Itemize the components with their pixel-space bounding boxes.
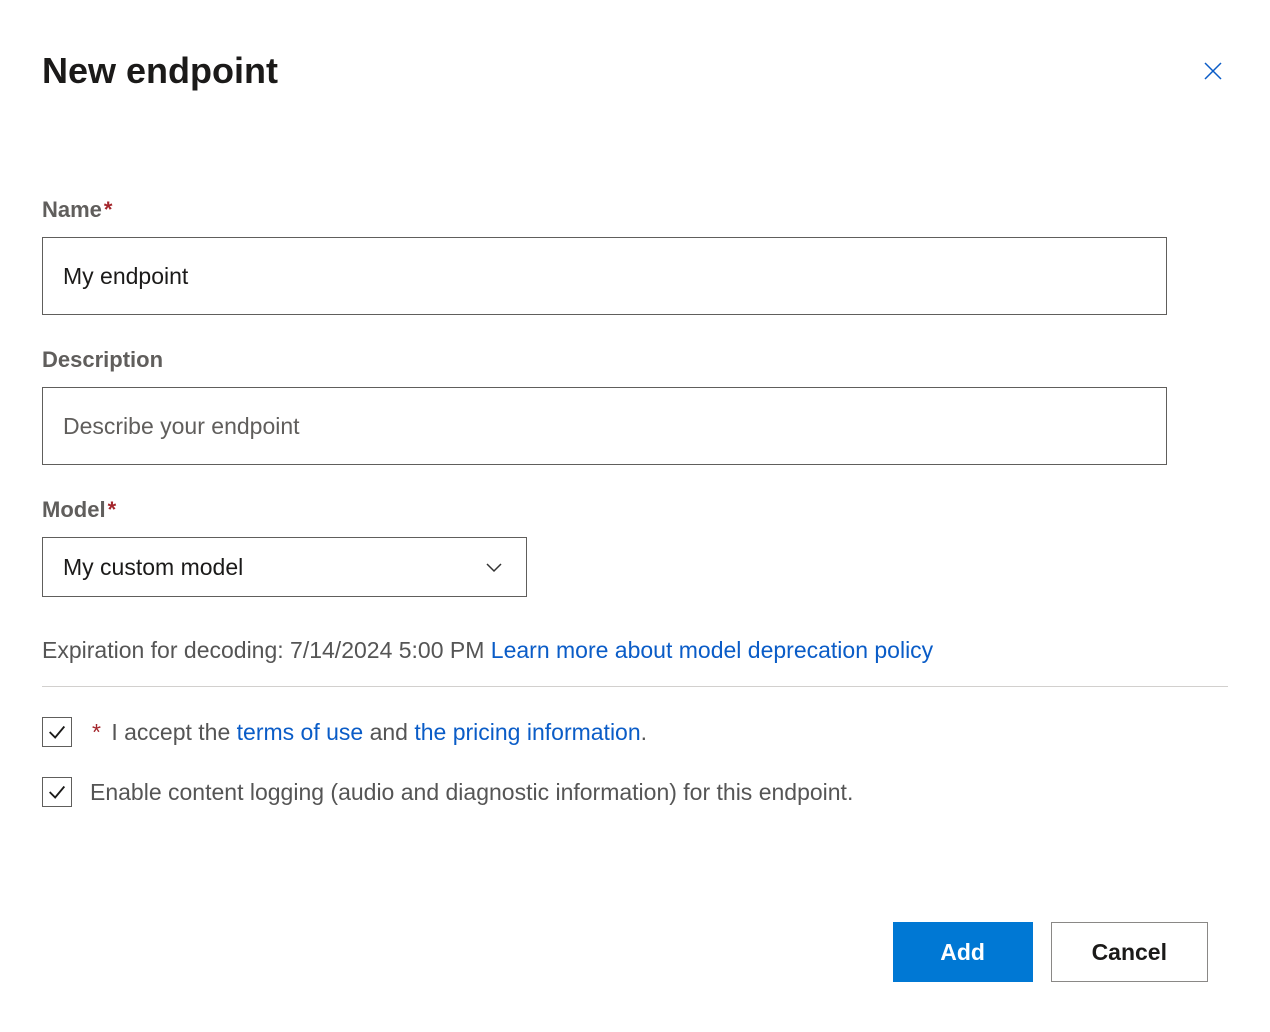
name-label: Name* bbox=[42, 197, 1228, 223]
required-indicator: * bbox=[104, 197, 113, 222]
pricing-info-link[interactable]: the pricing information bbox=[414, 719, 640, 745]
deprecation-policy-link[interactable]: Learn more about model deprecation polic… bbox=[491, 637, 933, 663]
logging-label: Enable content logging (audio and diagno… bbox=[90, 779, 853, 806]
checkmark-icon bbox=[46, 721, 68, 743]
logging-checkbox[interactable] bbox=[42, 777, 72, 807]
checkmark-icon bbox=[46, 781, 68, 803]
model-select[interactable]: My custom model bbox=[42, 537, 527, 597]
model-select-value: My custom model bbox=[63, 554, 243, 581]
terms-checkbox[interactable] bbox=[42, 717, 72, 747]
expiration-info: Expiration for decoding: 7/14/2024 5:00 … bbox=[42, 637, 1228, 687]
description-label: Description bbox=[42, 347, 1228, 373]
terms-label: * I accept the terms of use and the pric… bbox=[90, 719, 647, 746]
add-button[interactable]: Add bbox=[893, 922, 1033, 982]
close-button[interactable] bbox=[1198, 56, 1228, 86]
close-icon bbox=[1201, 59, 1225, 83]
chevron-down-icon bbox=[482, 555, 506, 579]
model-label: Model* bbox=[42, 497, 1228, 523]
terms-of-use-link[interactable]: terms of use bbox=[237, 719, 364, 745]
cancel-button[interactable]: Cancel bbox=[1051, 922, 1208, 982]
description-input[interactable] bbox=[42, 387, 1167, 465]
name-input[interactable] bbox=[42, 237, 1167, 315]
required-indicator: * bbox=[108, 497, 117, 522]
dialog-title: New endpoint bbox=[42, 50, 278, 92]
required-indicator: * bbox=[92, 719, 101, 745]
